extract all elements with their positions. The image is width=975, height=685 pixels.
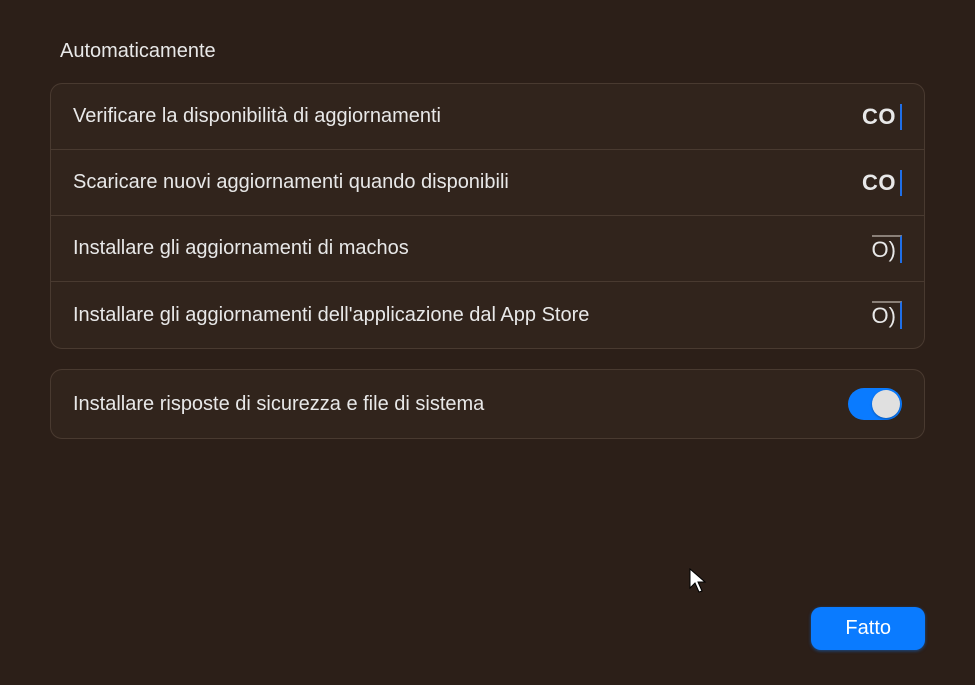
row-check-updates: Verificare la disponibilità di aggiornam… [51, 84, 924, 150]
settings-panel: Automaticamente Verificare la disponibil… [0, 0, 975, 489]
row-security-responses: Installare risposte di sicurezza e file … [51, 370, 924, 438]
toggle-install-macos[interactable]: O) [872, 235, 902, 263]
footer: Fatto [811, 607, 925, 650]
toggle-security-responses[interactable] [848, 388, 902, 420]
toggle-check-updates[interactable]: CO [862, 104, 902, 130]
row-label-download-updates: Scaricare nuovi aggiornamenti quando dis… [73, 171, 862, 194]
done-button[interactable]: Fatto [811, 607, 925, 650]
row-label-install-appstore: Installare gli aggiornamenti dell'applic… [73, 304, 872, 327]
row-download-updates: Scaricare nuovi aggiornamenti quando dis… [51, 150, 924, 216]
toggle-download-updates[interactable]: CO [862, 170, 902, 196]
row-label-check-updates: Verificare la disponibilità di aggiornam… [73, 105, 862, 128]
row-install-appstore: Installare gli aggiornamenti dell'applic… [51, 282, 924, 348]
toggle-install-appstore[interactable]: O) [872, 301, 902, 329]
row-label-install-macos: Installare gli aggiornamenti di machos [73, 237, 872, 260]
cursor-icon [688, 568, 710, 596]
section-header: Automaticamente [50, 40, 925, 63]
row-install-macos: Installare gli aggiornamenti di machos O… [51, 216, 924, 282]
toggle-knob [872, 390, 900, 418]
settings-group-security: Installare risposte di sicurezza e file … [50, 369, 925, 439]
row-label-security-responses: Installare risposte di sicurezza e file … [73, 393, 848, 416]
settings-group-auto: Verificare la disponibilità di aggiornam… [50, 83, 925, 349]
